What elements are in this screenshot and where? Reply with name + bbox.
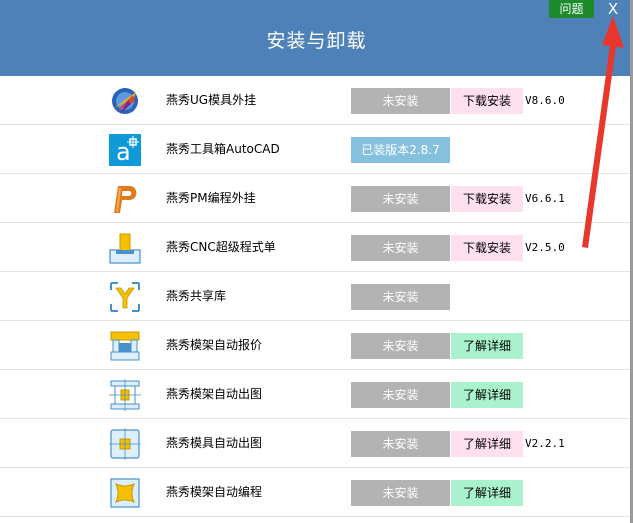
download-install-button[interactable]: 下载安装 (451, 88, 523, 114)
window-title: 安装与卸载 (266, 30, 367, 52)
list-item: 燕秀UG模具外挂 未安装 下载安装 V8.6.0 (0, 76, 630, 125)
version-label: V8.6.0 (525, 94, 565, 107)
version-label: V6.6.1 (525, 192, 565, 205)
autocad-icon: a (109, 134, 141, 166)
installed-version-button[interactable]: 已装版本2.8.7 (351, 137, 450, 163)
plugin-list: 燕秀UG模具外挂 未安装 下载安装 V8.6.0 a 燕秀工具箱AutoCAD … (0, 76, 630, 517)
install-status-button[interactable]: 未安装 (351, 186, 450, 212)
item-name: 燕秀共享库 (166, 289, 227, 303)
version-label: V2.5.0 (525, 241, 565, 254)
item-name: 燕秀PM编程外挂 (166, 191, 256, 205)
mold-frame-drawing-icon (109, 379, 141, 411)
list-item: 燕秀CNC超级程式单 未安装 下载安装 V2.5.0 (0, 223, 630, 272)
item-name: 燕秀模架自动编程 (166, 485, 263, 499)
list-item: 燕秀模架自动报价 未安装 了解详细 (0, 321, 630, 370)
item-name: 燕秀CNC超级程式单 (166, 240, 276, 254)
learn-more-button[interactable]: 了解详细 (451, 431, 523, 457)
list-item: a 燕秀工具箱AutoCAD 已装版本2.8.7 (0, 125, 630, 174)
learn-more-button[interactable]: 了解详细 (451, 480, 523, 506)
ug-nx-icon (112, 88, 138, 114)
install-status-button[interactable]: 未安装 (351, 480, 450, 506)
install-status-button[interactable]: 未安装 (351, 88, 450, 114)
list-item: 燕秀共享库 未安装 (0, 272, 630, 321)
install-status-button[interactable]: 未安装 (351, 382, 450, 408)
item-name: 燕秀模架自动出图 (166, 387, 263, 401)
learn-more-button[interactable]: 了解详细 (451, 333, 523, 359)
list-item: 燕秀模架自动出图 未安装 了解详细 (0, 370, 630, 419)
version-label: V2.2.1 (525, 437, 565, 450)
install-status-button[interactable]: 未安装 (351, 333, 450, 359)
mold-programming-icon (110, 478, 140, 508)
download-install-button[interactable]: 下载安装 (451, 235, 523, 261)
install-status-button[interactable]: 未安装 (351, 235, 450, 261)
item-name: 燕秀模架自动报价 (166, 338, 263, 352)
help-button[interactable]: 问题 (549, 0, 594, 18)
list-item: 燕秀PM编程外挂 未安装 下载安装 V6.6.1 (0, 174, 630, 223)
learn-more-button[interactable]: 了解详细 (451, 382, 523, 408)
item-name: 燕秀模具自动出图 (166, 436, 263, 450)
close-button[interactable]: X (598, 0, 628, 18)
item-name: 燕秀UG模具外挂 (166, 93, 257, 107)
mold-frame-quote-icon (110, 331, 140, 361)
header-bar: 安装与卸载 (0, 0, 633, 76)
list-item: 燕秀模具自动出图 未安装 了解详细 V2.2.1 (0, 419, 630, 468)
shared-library-icon (110, 282, 140, 312)
item-name: 燕秀工具箱AutoCAD (166, 142, 280, 156)
mold-drawing-icon (109, 428, 141, 460)
install-status-button[interactable]: 未安装 (351, 284, 450, 310)
cnc-icon (109, 233, 141, 264)
powermill-icon (114, 186, 137, 213)
list-item: 燕秀模架自动编程 未安装 了解详细 (0, 468, 630, 517)
download-install-button[interactable]: 下载安装 (451, 186, 523, 212)
install-status-button[interactable]: 未安装 (351, 431, 450, 457)
